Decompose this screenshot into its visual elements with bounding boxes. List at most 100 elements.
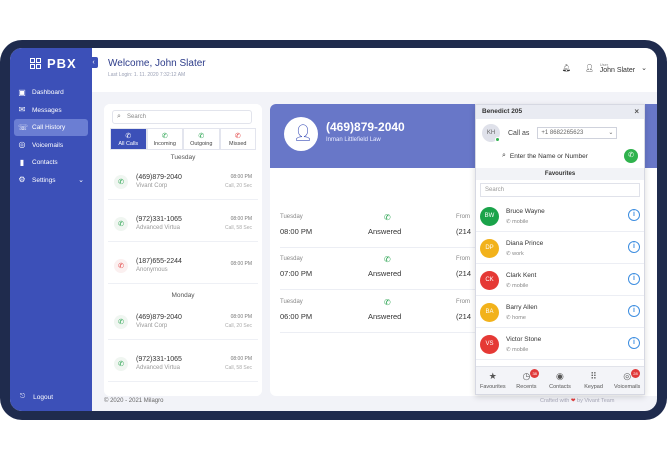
tab-outgoing[interactable]: ✆ Outgoing	[183, 128, 220, 150]
tab-contacts[interactable]: ◉ Contacts	[543, 367, 577, 394]
sidebar: PBX ▣ Dashboard ✉ Messages ☏ Call Histor…	[10, 48, 92, 411]
favourite-contact[interactable]: VS Victor Stone ✆ mobile i	[476, 329, 644, 360]
chevron-down-icon: ⌄	[608, 130, 614, 136]
list-item[interactable]: ✆ (972)331-1065 Advanced Virtua 08:00 PM C…	[108, 346, 258, 382]
sidebar-item-label: Settings	[32, 176, 56, 184]
tab-missed[interactable]: ✆ Missed	[219, 128, 256, 150]
favourite-contact[interactable]: DP Diana Prince ✆ work i	[476, 233, 644, 264]
tab-recents[interactable]: ◷ Recents 38	[510, 367, 544, 394]
star-icon: ★	[488, 371, 497, 381]
contact-type-label: mobile	[512, 219, 529, 225]
softphone-title-bar: Benedict 205 ×	[476, 105, 644, 119]
dial-placeholder: Enter the Name or Number	[509, 152, 588, 160]
sidebar-item-label: Call History	[32, 124, 66, 131]
search-placeholder: Search	[485, 187, 505, 193]
search-input[interactable]: ⌕ Search	[112, 110, 252, 124]
softphone-tab-bar: ★ Favourites ◷ Recents 38 ◉ Contacts ⠿ K…	[476, 366, 644, 394]
history-time: 07:00 PM	[280, 269, 313, 278]
tab-keypad[interactable]: ⠿ Keypad	[577, 367, 611, 394]
contact-name: Victor Stone	[506, 336, 542, 343]
brand-logo: PBX	[30, 56, 77, 71]
call-number: (187)655-2244	[136, 258, 182, 265]
tab-all-calls[interactable]: ✆ All Calls	[110, 128, 147, 150]
contact-type: ✆ mobile	[506, 283, 528, 289]
close-icon[interactable]: ×	[634, 105, 639, 119]
user-menu[interactable]: 👤︎ User John Slater ⌄	[585, 62, 647, 74]
favourite-contact[interactable]: BA Barry Allen ✆ home i	[476, 297, 644, 328]
chevron-down-icon: ⌄	[78, 177, 84, 184]
call-as-value: +1 8682265623	[541, 130, 584, 136]
bell-icon[interactable]: 🔔︎	[562, 64, 571, 72]
avatar: CK	[480, 271, 499, 290]
history-status: Answered	[368, 269, 402, 278]
info-icon[interactable]: i	[628, 273, 640, 285]
phone-icon: ✆	[506, 251, 511, 257]
sidebar-item-label: Contacts	[32, 159, 58, 166]
messages-icon: ✉	[18, 105, 26, 114]
voicemail-icon: ◎	[18, 140, 26, 149]
avatar: 👤︎	[284, 117, 318, 151]
tab-favourites[interactable]: ★ Favourites	[476, 367, 510, 394]
sidebar-item-voicemails[interactable]: ◎ Voicemails	[14, 137, 88, 154]
list-item[interactable]: ✆ (469)879-2040 Vivant Corp 08:00 PM Call,…	[108, 164, 258, 200]
phone-icon: ✆	[506, 315, 511, 321]
sidebar-item-dashboard[interactable]: ▣ Dashboard	[14, 84, 88, 101]
contacts-icon: ▮	[19, 157, 25, 167]
footer-crafted: Crafted with	[540, 398, 570, 404]
call-name: Anonymous	[136, 267, 168, 273]
contact-name: Clark Kent	[506, 272, 537, 279]
tab-incoming[interactable]: ✆ Incoming	[146, 128, 183, 150]
history-from-label: From	[456, 214, 470, 220]
avatar: BA	[480, 303, 499, 322]
favourites-search-input[interactable]: Search	[480, 183, 640, 197]
footer-copyright: © 2020 - 2021 Milagro	[104, 398, 164, 404]
info-icon[interactable]: i	[628, 241, 640, 253]
sidebar-item-messages[interactable]: ✉ Messages	[14, 102, 88, 119]
tab-label: Contacts	[549, 384, 571, 390]
footer-credit: Crafted with ❤ by Vivant Team	[540, 398, 614, 404]
search-icon: ⌕	[117, 113, 121, 120]
call-history-icon: ☏	[18, 122, 29, 132]
history-day: Tuesday	[280, 214, 303, 220]
tab-label: Favourites	[479, 384, 506, 390]
dial-button[interactable]: ✆	[624, 149, 638, 163]
history-time: 06:00 PM	[280, 312, 313, 321]
chevron-left-icon: ‹	[92, 59, 95, 66]
favourites-header: Favourites	[476, 168, 644, 180]
favourite-contact[interactable]: BW Bruce Wayne ✆ mobile i	[476, 201, 644, 232]
contact-type-label: mobile	[512, 283, 529, 289]
dashboard-icon: ▣	[18, 87, 26, 97]
avatar: KH	[482, 124, 500, 142]
sidebar-nav: ▣ Dashboard ✉ Messages ☏ Call History ◎ …	[14, 84, 88, 189]
day-header: Tuesday	[170, 154, 196, 161]
call-number: (469)879-2040	[136, 314, 182, 321]
tab-label: Missed	[229, 140, 247, 147]
tab-label: Voicemails	[614, 384, 641, 390]
info-icon[interactable]: i	[628, 209, 640, 221]
history-from-value: (214	[456, 269, 472, 278]
softphone-title: Benedict 205	[482, 108, 523, 115]
sidebar-item-contacts[interactable]: ▮ Contacts	[14, 154, 88, 171]
contact-type: ✆ work	[506, 251, 524, 257]
list-item[interactable]: ✆ (187)655-2244 Anonymous 08:00 PM	[108, 248, 258, 284]
logout-button[interactable]: ⎋ Logout	[20, 393, 53, 401]
last-login-text: Last Login: 1. 11. 2020 7:32:12 AM	[108, 72, 186, 78]
call-as-label: Call as	[508, 129, 530, 137]
info-icon[interactable]: i	[628, 305, 640, 317]
info-icon[interactable]: i	[628, 337, 640, 349]
sidebar-item-call-history[interactable]: ☏ Call History	[14, 119, 88, 136]
call-time: 08:00 PM	[230, 356, 252, 362]
sidebar-collapse-button[interactable]: ‹	[89, 57, 98, 68]
tab-label: All Calls	[118, 140, 139, 147]
tab-voicemails[interactable]: ◎ Voicemails 28	[610, 367, 644, 394]
call-as-select[interactable]: +1 8682265623 ⌄	[537, 127, 618, 139]
heart-icon: ❤	[570, 398, 576, 404]
sidebar-item-settings[interactable]: ⚙ Settings ⌄	[14, 172, 88, 189]
search-placeholder: Search	[127, 114, 147, 120]
dial-input[interactable]: ⌕ Enter the Name or Number ✆	[482, 149, 640, 163]
logout-label: Logout	[33, 393, 54, 401]
favourite-contact[interactable]: CK Clark Kent ✆ mobile i	[476, 265, 644, 296]
list-item[interactable]: ✆ (972)331-1065 Advanced Virtua 08:00 PM C…	[108, 206, 258, 242]
list-item[interactable]: ✆ (469)879-2040 Vivant Corp 08:00 PM Call,…	[108, 304, 258, 340]
call-name: Advanced Virtua	[136, 225, 180, 231]
